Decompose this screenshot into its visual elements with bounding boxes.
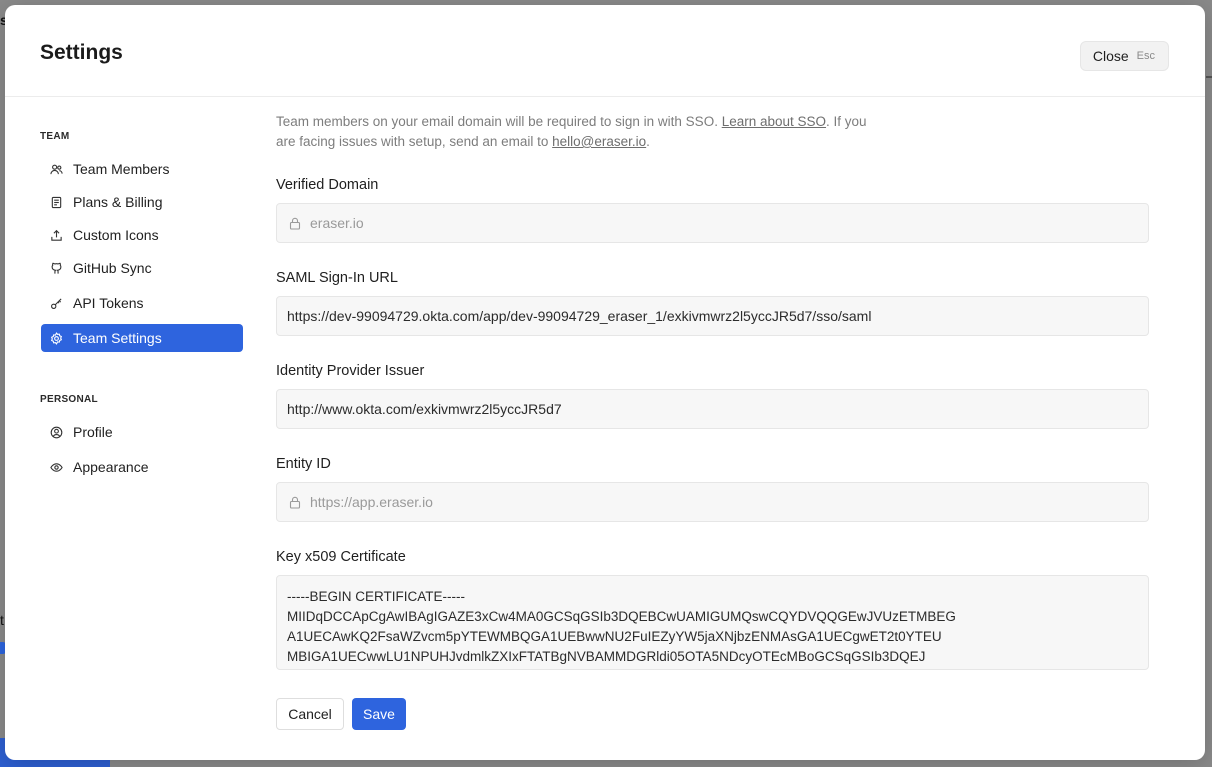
- verified-domain-field: eraser.io: [276, 203, 1149, 243]
- sidebar-item-label: Custom Icons: [73, 227, 159, 243]
- sidebar-item-label: API Tokens: [73, 295, 144, 311]
- saml-url-input[interactable]: https://dev-99094729.okta.com/app/dev-99…: [276, 296, 1149, 336]
- gear-icon: [50, 331, 63, 345]
- github-icon: [51, 262, 62, 274]
- sidebar-item-profile[interactable]: Profile: [41, 418, 243, 446]
- certificate-label: Key x509 Certificate: [276, 549, 406, 565]
- sidebar-item-custom-icons[interactable]: Custom Icons: [41, 221, 243, 249]
- entity-id-value: https://app.eraser.io: [310, 494, 433, 510]
- intro-text: are facing issues with setup, send an em…: [276, 134, 553, 149]
- section-label-team: TEAM: [40, 131, 70, 142]
- sidebar-item-label: GitHub Sync: [73, 260, 152, 276]
- entity-id-field: https://app.eraser.io: [276, 482, 1149, 522]
- sidebar-item-github-sync[interactable]: GitHub Sync: [41, 254, 243, 282]
- receipt-icon: [51, 196, 62, 208]
- intro-text: Team members on your email domain will b…: [276, 114, 722, 129]
- upload-icon: [51, 229, 62, 241]
- idp-issuer-input[interactable]: http://www.okta.com/exkivmwrz2l5yccJR5d7: [276, 389, 1149, 429]
- modal-header: Settings Close Esc: [5, 5, 1205, 97]
- settings-modal: Settings Close Esc TEAM Team Members Pla…: [5, 5, 1205, 760]
- sidebar-item-plans-billing[interactable]: Plans & Billing: [41, 188, 243, 216]
- verified-domain-value: eraser.io: [310, 215, 364, 231]
- support-email-link[interactable]: hello@eraser.io: [552, 134, 646, 149]
- sidebar-item-label: Team Members: [73, 161, 170, 177]
- shortcut-hint: Esc: [1136, 50, 1155, 62]
- sidebar-item-api-tokens[interactable]: API Tokens: [41, 289, 243, 317]
- sidebar-item-label: Appearance: [73, 459, 149, 475]
- backdrop-text: t: [0, 612, 4, 628]
- sso-description: Team members on your email domain will b…: [276, 112, 916, 152]
- learn-about-sso-link[interactable]: Learn about SSO: [722, 114, 826, 129]
- sidebar-item-label: Plans & Billing: [73, 194, 163, 210]
- eye-icon: [50, 462, 63, 472]
- close-label: Close: [1092, 48, 1129, 64]
- entity-id-label: Entity ID: [276, 456, 331, 472]
- saml-url-label: SAML Sign-In URL: [276, 270, 398, 286]
- settings-sidebar: TEAM Team Members Plans & Billing Custom…: [40, 97, 244, 757]
- sidebar-item-appearance[interactable]: Appearance: [41, 453, 243, 481]
- lock-icon: [289, 217, 301, 230]
- team-settings-content: Team members on your email domain will b…: [275, 97, 1150, 760]
- sidebar-item-label: Profile: [73, 424, 113, 440]
- save-button[interactable]: Save: [352, 698, 406, 730]
- user-circle-icon: [50, 426, 63, 438]
- idp-issuer-label: Identity Provider Issuer: [276, 363, 425, 379]
- verified-domain-label: Verified Domain: [276, 177, 379, 193]
- backdrop-divider: [1206, 76, 1212, 78]
- users-icon: [50, 164, 63, 174]
- sidebar-item-label: Team Settings: [73, 330, 162, 346]
- key-icon: [51, 297, 62, 309]
- sidebar-item-team-settings[interactable]: Team Settings: [41, 324, 243, 352]
- sidebar-item-team-members[interactable]: Team Members: [41, 155, 243, 183]
- close-button[interactable]: Close Esc: [1079, 41, 1169, 71]
- cancel-button[interactable]: Cancel: [276, 698, 344, 730]
- intro-text: .: [646, 134, 650, 149]
- lock-icon: [289, 496, 301, 509]
- certificate-textarea[interactable]: -----BEGIN CERTIFICATE----- MIIDqDCCApCg…: [276, 575, 1149, 670]
- section-label-personal: PERSONAL: [40, 394, 98, 405]
- intro-text: . If you: [826, 114, 867, 129]
- page-title: Settings: [40, 41, 123, 64]
